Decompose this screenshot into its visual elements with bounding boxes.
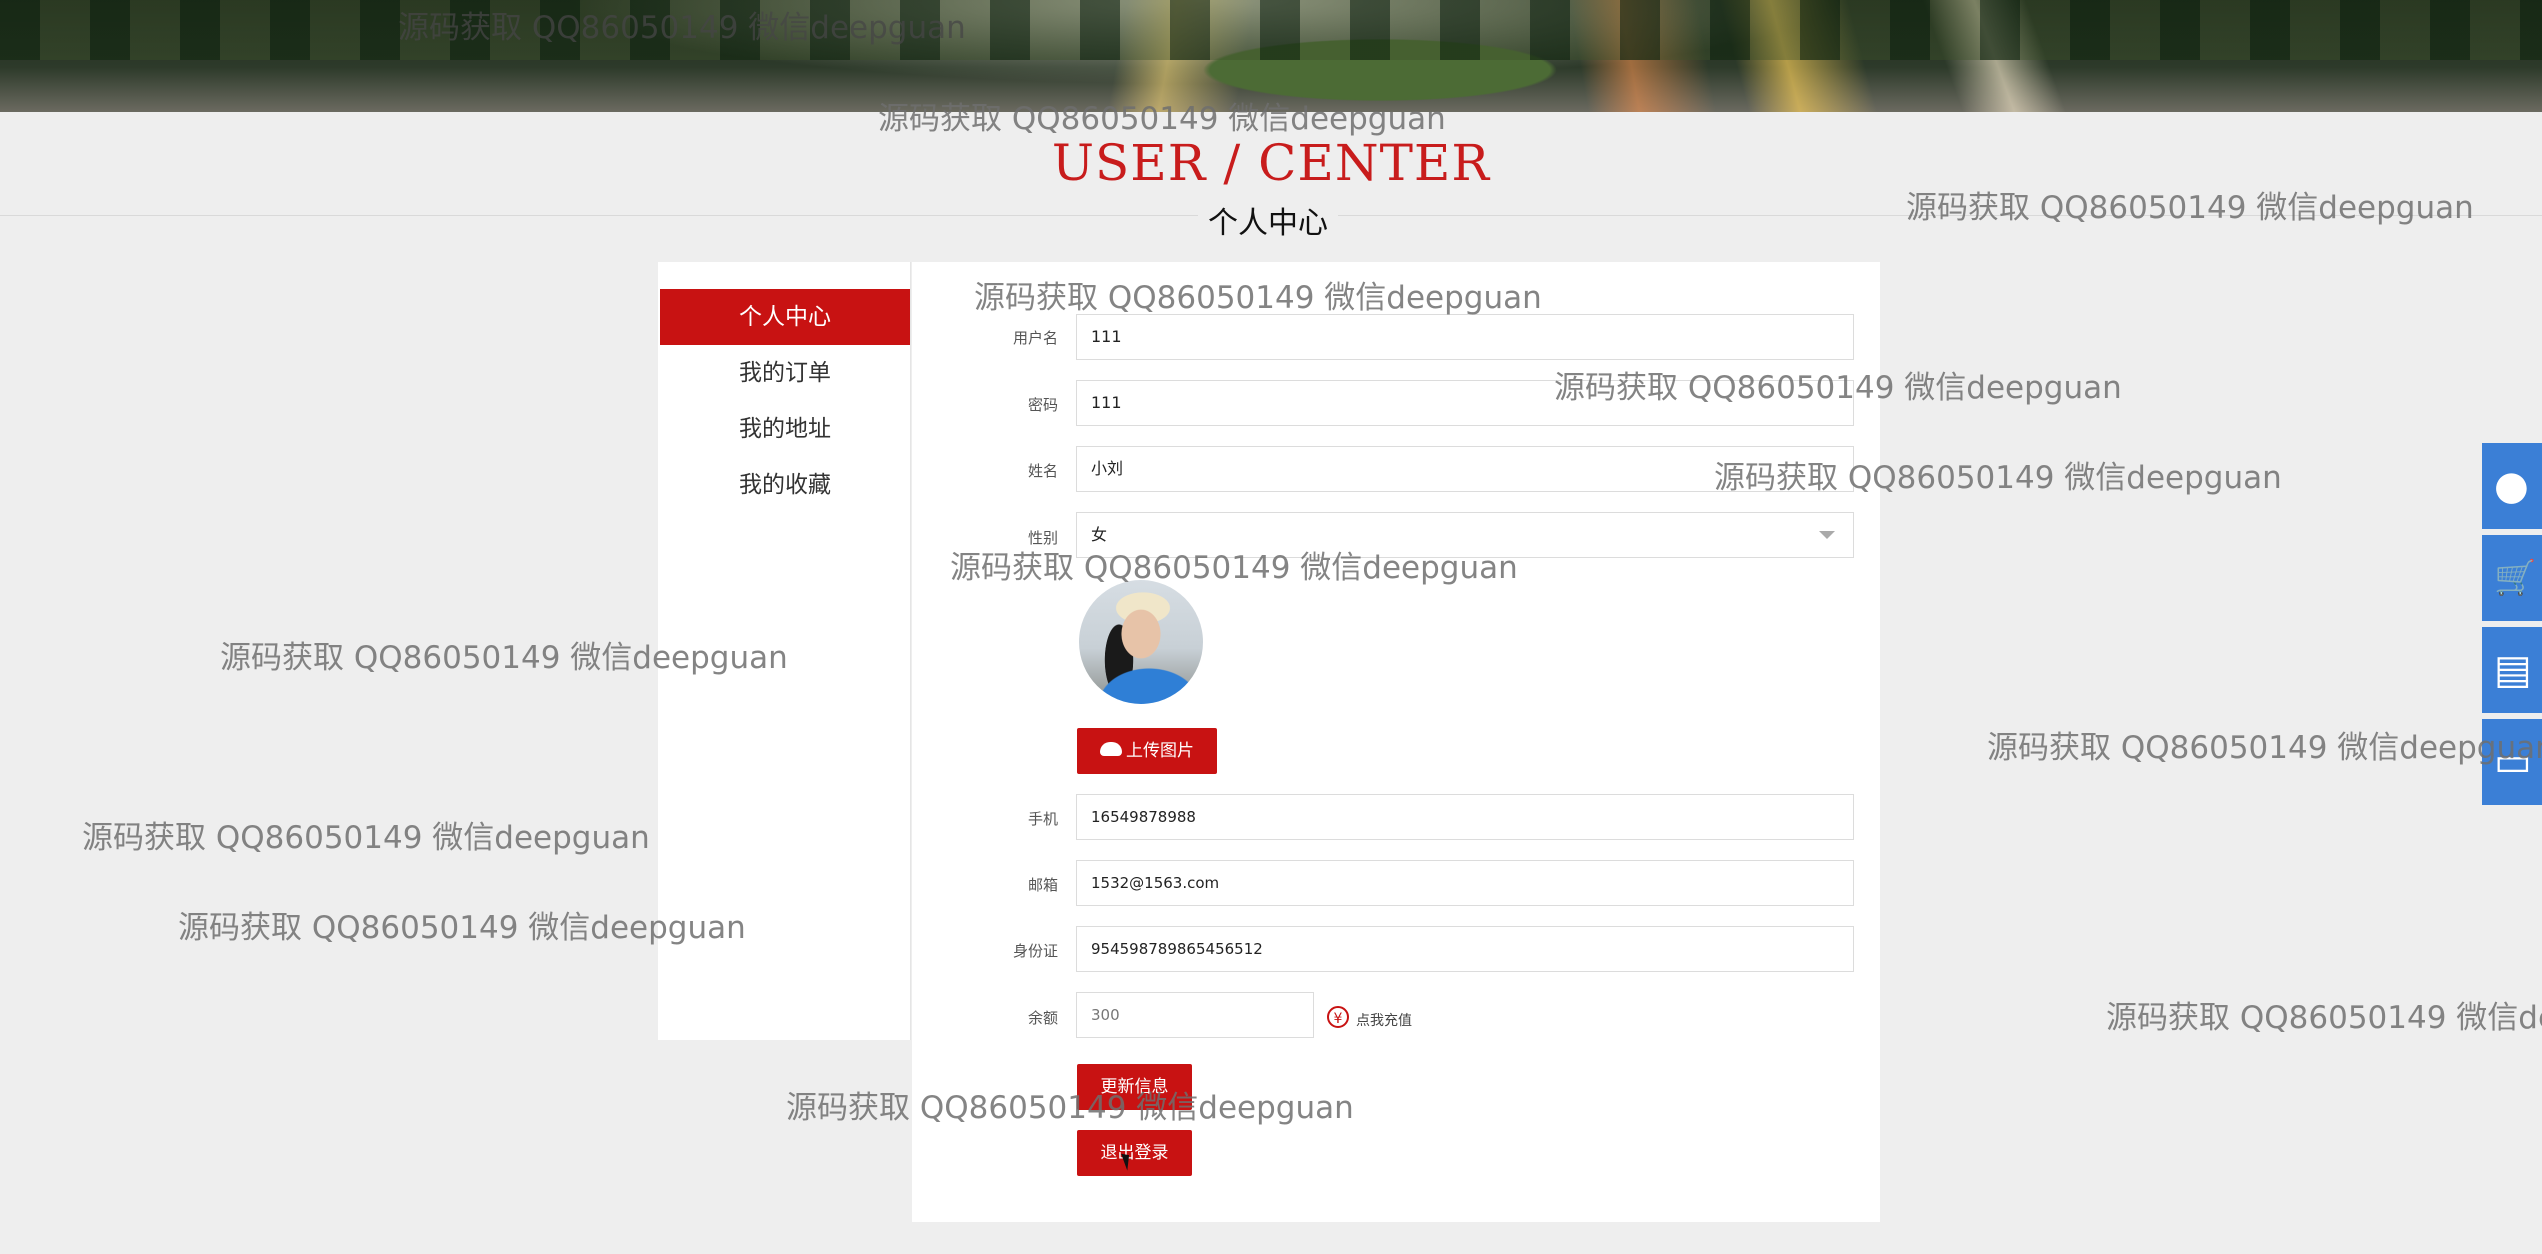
id-card-label: 身份证 [1012, 942, 1058, 960]
message-icon: ▤ [2494, 647, 2532, 693]
watermark: 源码获取 QQ86050149 微信deepguan [950, 550, 1518, 586]
page-title-cn: 个人中心 [1198, 198, 1338, 242]
side-tool-cart[interactable]: 🛒 [2482, 535, 2542, 621]
yen-icon[interactable]: ¥ [1327, 1006, 1349, 1028]
upload-image-label: 上传图片 [1126, 741, 1194, 761]
watermark: 源码获取 QQ86050149 微信deepguan [878, 101, 1446, 137]
watermark: 源码获取 QQ86050149 微信deepguan [1714, 460, 2282, 496]
side-tool-user[interactable]: ● [2482, 443, 2542, 529]
watermark: 源码获取 QQ86050149 微信deepguan [1554, 370, 2122, 406]
cloud-upload-icon [1100, 742, 1122, 756]
phone-input[interactable]: 16549878988 [1076, 794, 1854, 840]
watermark: 源码获取 QQ86050149 微信deepguan [974, 280, 1542, 316]
cart-icon: 🛒 [2494, 558, 2537, 598]
banner-trees [0, 0, 2542, 60]
username-label: 用户名 [1012, 329, 1058, 347]
password-label: 密码 [1027, 396, 1058, 414]
recharge-link[interactable]: 点我充值 [1356, 1010, 1412, 1030]
chevron-down-icon [1819, 531, 1835, 539]
email-label: 邮箱 [1027, 876, 1058, 894]
name-label: 姓名 [1027, 462, 1058, 480]
user-icon: ● [2494, 463, 2529, 509]
watermark: 源码获取 QQ86050149 微信deepguan [398, 10, 966, 46]
sidebar-item-personal-center[interactable]: 个人中心 [660, 289, 910, 345]
watermark: 源码获取 QQ86050149 微信deepguan [82, 820, 650, 856]
avatar [1079, 580, 1203, 704]
sidebar-item-my-address[interactable]: 我的地址 [660, 401, 910, 457]
sidebar-item-my-favorites[interactable]: 我的收藏 [660, 457, 910, 513]
id-card-input[interactable]: 954598789865456512 [1076, 926, 1854, 972]
logout-button[interactable]: 退出登录 [1077, 1130, 1192, 1176]
username-input[interactable]: 111 [1076, 314, 1854, 360]
watermark: 源码获取 QQ86050149 微信deepguan [1987, 730, 2542, 766]
upload-image-button[interactable]: 上传图片 [1077, 728, 1217, 774]
sidebar-item-my-orders[interactable]: 我的订单 [660, 345, 910, 401]
watermark-partial: 源码获取 QQ86050149 微信dee [2106, 1000, 2542, 1036]
watermark: 源码获取 QQ86050149 微信deepguan [220, 640, 788, 676]
balance-label: 余额 [1027, 1009, 1058, 1027]
watermark: 源码获取 QQ86050149 微信deepguan [786, 1090, 1354, 1126]
side-tool-message[interactable]: ▤ [2482, 627, 2542, 713]
watermark: 源码获取 QQ86050149 微信deepguan [178, 910, 746, 946]
balance-input: 300 [1076, 992, 1314, 1038]
watermark: 源码获取 QQ86050149 微信deepguan [1906, 190, 2474, 226]
email-input[interactable]: 1532@1563.com [1076, 860, 1854, 906]
phone-label: 手机 [1027, 810, 1058, 828]
